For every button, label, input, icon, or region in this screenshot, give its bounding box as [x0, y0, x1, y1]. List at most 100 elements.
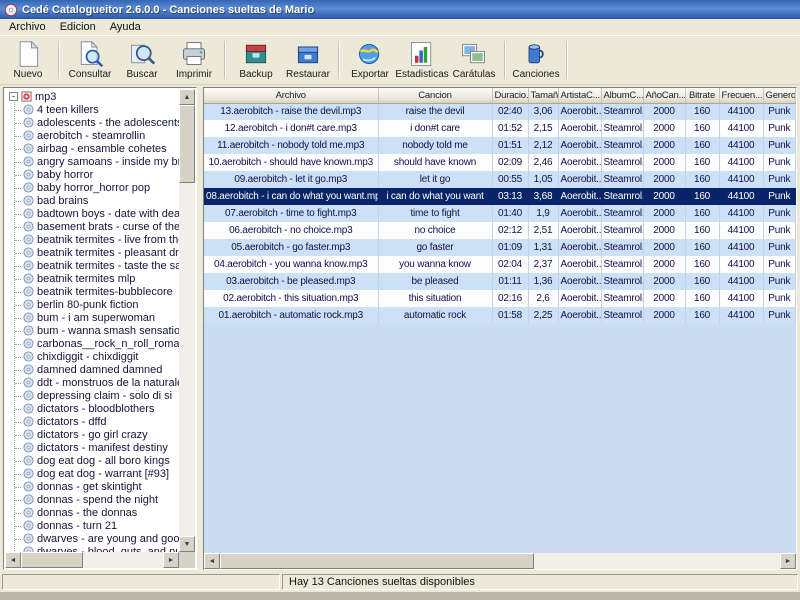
table-row[interactable]: 12.aerobitch - i don#t care.mp3 i don#t …	[204, 120, 796, 137]
tree-item[interactable]: dictators - manifest destiny	[7, 441, 179, 454]
cell-archivo: 01.aerobitch - automatic rock.mp3	[204, 307, 378, 324]
tree-item[interactable]: berlin 80-punk fiction	[7, 298, 179, 311]
disc-icon	[23, 455, 34, 466]
tree-item[interactable]: donnas - spend the night	[7, 493, 179, 506]
menu-ayuda[interactable]: Ayuda	[103, 20, 148, 34]
table-row[interactable]: 03.aerobitch - be pleased.mp3 be pleased…	[204, 273, 796, 290]
toolbar-button-estadisticas[interactable]: Estadisticas	[396, 37, 448, 83]
toolbar-button-nuevo[interactable]: Nuevo	[2, 37, 54, 83]
column-header[interactable]: AlbumC...	[601, 88, 643, 103]
tree-item[interactable]: donnas - get skintight	[7, 480, 179, 493]
tree-item[interactable]: beatnik termites mlp	[7, 272, 179, 285]
table-row[interactable]: 02.aerobitch - this situation.mp3 this s…	[204, 290, 796, 307]
toolbar-button-caratulas[interactable]: Carátulas	[448, 37, 500, 83]
tree-item[interactable]: dog eat dog - all boro kings	[7, 454, 179, 467]
toolbar-button-consultar[interactable]: Consultar	[64, 37, 116, 83]
scroll-left-icon[interactable]: ◄	[204, 553, 220, 569]
column-header[interactable]: Genero	[763, 88, 796, 103]
scroll-right-icon[interactable]: ►	[163, 552, 179, 568]
titlebar[interactable]: Cedé Catalogueitor 2.6.0.0 - Canciones s…	[0, 0, 800, 19]
tree-item[interactable]: basement brats - curse of the brat	[7, 220, 179, 233]
tree-item[interactable]: donnas - turn 21	[7, 519, 179, 532]
tree-item[interactable]: beatnik termites-bubblecore	[7, 285, 179, 298]
tree-item[interactable]: beatnik termites - live from the orif	[7, 233, 179, 246]
tree-item[interactable]: baby horror	[7, 168, 179, 181]
tree-item[interactable]: beatnik termites - pleasant dreams	[7, 246, 179, 259]
tree-item[interactable]: dog eat dog - warrant [#93]	[7, 467, 179, 480]
tree-item[interactable]: depressing claim - solo di si	[7, 389, 179, 402]
tree-item[interactable]: aerobitch - steamrollin	[7, 129, 179, 142]
column-header[interactable]: ArtistaC...	[558, 88, 601, 103]
tree-item[interactable]: carbonas__rock_n_roll_romance	[7, 337, 179, 350]
toolbar-button-canciones[interactable]: Canciones	[510, 37, 562, 83]
scroll-up-icon[interactable]: ▲	[179, 89, 195, 105]
toolbar-button-imprimir[interactable]: Imprimir	[168, 37, 220, 83]
tree-item[interactable]: badtown boys - date with death	[7, 207, 179, 220]
tree-item[interactable]: damned damned damned	[7, 363, 179, 376]
tree-vscroll-track[interactable]	[179, 105, 195, 536]
disc-icon	[23, 520, 34, 531]
toolbar-button-backup[interactable]: Backup	[230, 37, 282, 83]
status-text: Hay 13 Canciones sueltas disponibles	[289, 576, 475, 588]
table-row[interactable]: 08.aerobitch - i can do what you want.mp…	[204, 188, 796, 205]
column-header[interactable]: Bitrate	[685, 88, 719, 103]
cell-ano: 2000	[643, 222, 685, 239]
table-row[interactable]: 13.aerobitch - raise the devil.mp3 raise…	[204, 103, 796, 120]
column-header[interactable]: Cancion	[378, 88, 492, 103]
tree-item[interactable]: dictators - go girl crazy	[7, 428, 179, 441]
document-magnifier-icon	[76, 40, 104, 68]
cell-genero: Punk	[763, 120, 796, 137]
menu-archivo[interactable]: Archivo	[2, 20, 53, 34]
table-row[interactable]: 04.aerobitch - you wanna know.mp3 you wa…	[204, 256, 796, 273]
column-header[interactable]: Duracio...	[492, 88, 528, 103]
column-header[interactable]: Tamaño...	[528, 88, 558, 103]
scroll-right-icon[interactable]: ►	[780, 553, 796, 569]
tree-vertical-scrollbar[interactable]: ▲ ▼	[179, 89, 195, 552]
tree-item[interactable]: chixdiggit - chixdiggit	[7, 350, 179, 363]
tree-item[interactable]: adolescents - the adolescents-19	[7, 116, 179, 129]
cell-genero: Punk	[763, 256, 796, 273]
tree-item[interactable]: dictators - bloodblothers	[7, 402, 179, 415]
cell-album: Steamrol...	[601, 137, 643, 154]
table-row[interactable]: 10.aerobitch - should have known.mp3 sho…	[204, 154, 796, 171]
tree-item[interactable]: 4 teen killers	[7, 103, 179, 116]
column-header[interactable]: Frecuen...	[719, 88, 763, 103]
table-row[interactable]: 09.aerobitch - let it go.mp3 let it go 0…	[204, 171, 796, 188]
pictures-icon	[460, 40, 488, 68]
tree-item[interactable]: dwarves - blood, guts, and pussy	[7, 545, 179, 552]
scroll-left-icon[interactable]: ◄	[5, 552, 21, 568]
tree-item[interactable]: donnas - the donnas	[7, 506, 179, 519]
tree-item[interactable]: ddt - monstruos de la naturaleza	[7, 376, 179, 389]
column-header[interactable]: Archivo	[204, 88, 378, 103]
tree-vscroll-thumb[interactable]	[179, 105, 195, 183]
tree-hscroll-track[interactable]	[21, 552, 163, 568]
scroll-down-icon[interactable]: ▼	[179, 536, 195, 552]
toolbar-button-exportar[interactable]: Exportar	[344, 37, 396, 83]
table-row[interactable]: 05.aerobitch - go faster.mp3 go faster 0…	[204, 239, 796, 256]
table-horizontal-scrollbar[interactable]: ◄ ►	[204, 553, 796, 569]
tree-item[interactable]: beatnik termites - taste the sand	[7, 259, 179, 272]
tree-item[interactable]: airbag - ensamble cohetes	[7, 142, 179, 155]
tree-item[interactable]: dictators - dffd	[7, 415, 179, 428]
tree-root-item[interactable]: - mp3	[7, 90, 179, 103]
table-row[interactable]: 07.aerobitch - time to fight.mp3 time to…	[204, 205, 796, 222]
table-row[interactable]: 11.aerobitch - nobody told me.mp3 nobody…	[204, 137, 796, 154]
table-row[interactable]: 06.aerobitch - no choice.mp3 no choice 0…	[204, 222, 796, 239]
column-header[interactable]: AñoCan...	[643, 88, 685, 103]
tree-item[interactable]: bum - wanna smash sensation	[7, 324, 179, 337]
menu-edicion[interactable]: Edicion	[53, 20, 103, 34]
disc-icon	[23, 442, 34, 453]
table-hscroll-track[interactable]	[220, 553, 780, 569]
tree-item[interactable]: bad brains	[7, 194, 179, 207]
tree-item[interactable]: baby horror_horror pop	[7, 181, 179, 194]
tree-item[interactable]: dwarves - are young and good loo	[7, 532, 179, 545]
tree-hscroll-thumb[interactable]	[21, 552, 83, 568]
toolbar-button-buscar[interactable]: Buscar	[116, 37, 168, 83]
tree-horizontal-scrollbar[interactable]: ◄ ►	[5, 552, 179, 568]
tree-item[interactable]: angry samoans - inside my brain	[7, 155, 179, 168]
table-hscroll-thumb[interactable]	[220, 553, 534, 569]
toolbar-button-restaurar[interactable]: Restaurar	[282, 37, 334, 83]
table-row[interactable]: 01.aerobitch - automatic rock.mp3 automa…	[204, 307, 796, 324]
tree-item[interactable]: bum - i am superwoman	[7, 311, 179, 324]
cell-bitrate: 160	[685, 103, 719, 120]
